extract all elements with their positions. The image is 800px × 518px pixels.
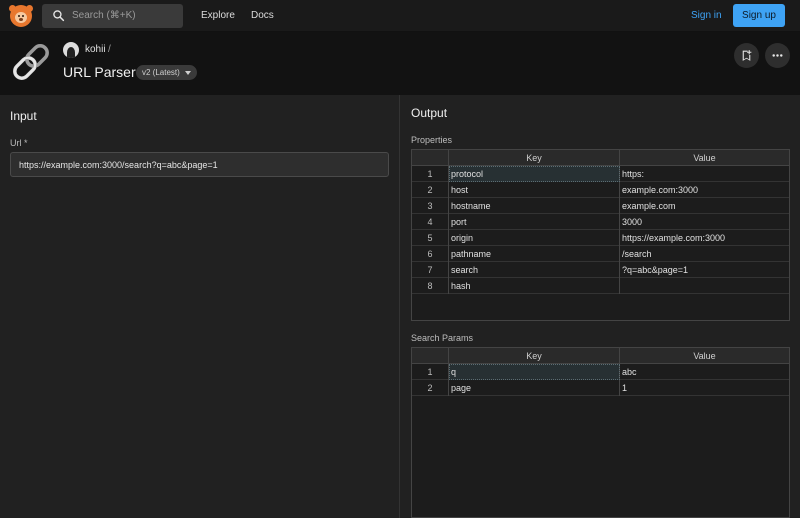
- row-number-header: [412, 150, 449, 166]
- top-nav: Search (⌘+K) Explore Docs Sign in Sign u…: [0, 0, 800, 32]
- properties-label: Properties: [411, 135, 453, 145]
- table-row[interactable]: 8 hash: [412, 278, 789, 294]
- more-button[interactable]: [765, 43, 790, 68]
- table-row[interactable]: 4 port 3000: [412, 214, 789, 230]
- bear-logo-icon[interactable]: [9, 5, 33, 27]
- version-select[interactable]: v2 (Latest): [136, 65, 197, 80]
- more-horizontal-icon: [772, 54, 783, 57]
- tool-title: URL Parser: [63, 64, 136, 80]
- table-row[interactable]: 3 hostname example.com: [412, 198, 789, 214]
- value-cell[interactable]: [620, 278, 789, 294]
- key-column-header[interactable]: Key: [449, 348, 620, 364]
- row-number: 2: [412, 380, 449, 396]
- value-column-header[interactable]: Value: [620, 150, 789, 166]
- value-cell[interactable]: example.com:3000: [620, 182, 789, 198]
- output-heading: Output: [411, 106, 448, 120]
- table-row[interactable]: 2 page 1: [412, 380, 789, 396]
- table-row[interactable]: 6 pathname /search: [412, 246, 789, 262]
- sign-in-link[interactable]: Sign in: [691, 10, 722, 21]
- url-label: Url *: [10, 138, 28, 148]
- row-number: 2: [412, 182, 449, 198]
- link-chain-icon: [13, 44, 49, 80]
- search-icon: [53, 10, 65, 22]
- bookmark-add-icon: [742, 50, 752, 61]
- row-number: 5: [412, 230, 449, 246]
- key-cell[interactable]: host: [449, 182, 620, 198]
- key-column-header[interactable]: Key: [449, 150, 620, 166]
- input-heading: Input: [10, 109, 37, 123]
- table-row[interactable]: 2 host example.com:3000: [412, 182, 789, 198]
- row-number: 4: [412, 214, 449, 230]
- key-cell[interactable]: pathname: [449, 246, 620, 262]
- row-number: 1: [412, 364, 449, 380]
- key-cell[interactable]: hostname: [449, 198, 620, 214]
- table-row[interactable]: 1 protocol https:: [412, 166, 789, 182]
- key-cell[interactable]: port: [449, 214, 620, 230]
- row-number: 7: [412, 262, 449, 278]
- owner-name[interactable]: kohii: [85, 44, 106, 55]
- value-cell[interactable]: 1: [620, 380, 789, 396]
- table-row[interactable]: 5 origin https://example.com:3000: [412, 230, 789, 246]
- table-row[interactable]: 7 search ?q=abc&page=1: [412, 262, 789, 278]
- url-input[interactable]: [10, 152, 389, 177]
- nav-docs-link[interactable]: Docs: [251, 10, 274, 21]
- search-params-grid: Key Value 1 q abc 2 page 1: [411, 347, 790, 518]
- nav-explore-link[interactable]: Explore: [201, 10, 235, 21]
- key-cell[interactable]: q: [449, 364, 620, 380]
- value-cell[interactable]: https://example.com:3000: [620, 230, 789, 246]
- grid-header: Key Value: [412, 150, 789, 166]
- properties-grid: Key Value 1 protocol https: 2 host examp…: [411, 149, 790, 321]
- value-cell[interactable]: ?q=abc&page=1: [620, 262, 789, 278]
- key-cell[interactable]: protocol: [449, 166, 620, 182]
- key-cell[interactable]: origin: [449, 230, 620, 246]
- row-number-header: [412, 348, 449, 364]
- key-cell[interactable]: page: [449, 380, 620, 396]
- value-cell[interactable]: /search: [620, 246, 789, 262]
- row-number: 8: [412, 278, 449, 294]
- search-params-label: Search Params: [411, 333, 474, 343]
- tool-header: kohii / URL Parser v2 (Latest): [0, 32, 800, 95]
- table-row[interactable]: 1 q abc: [412, 364, 789, 380]
- value-cell[interactable]: example.com: [620, 198, 789, 214]
- search-box[interactable]: Search (⌘+K): [42, 4, 183, 28]
- search-placeholder: Search (⌘+K): [72, 10, 136, 21]
- value-cell[interactable]: https:: [620, 166, 789, 182]
- version-label: v2 (Latest): [142, 68, 180, 77]
- bookmark-button[interactable]: [734, 43, 759, 68]
- key-cell[interactable]: search: [449, 262, 620, 278]
- owner-avatar[interactable]: [63, 42, 79, 58]
- sign-up-button[interactable]: Sign up: [733, 4, 785, 27]
- row-number: 3: [412, 198, 449, 214]
- grid-header: Key Value: [412, 348, 789, 364]
- row-number: 1: [412, 166, 449, 182]
- chevron-down-icon: [184, 70, 191, 75]
- row-number: 6: [412, 246, 449, 262]
- value-cell[interactable]: 3000: [620, 214, 789, 230]
- key-cell[interactable]: hash: [449, 278, 620, 294]
- value-column-header[interactable]: Value: [620, 348, 789, 364]
- breadcrumb-separator: /: [108, 44, 111, 55]
- value-cell[interactable]: abc: [620, 364, 789, 380]
